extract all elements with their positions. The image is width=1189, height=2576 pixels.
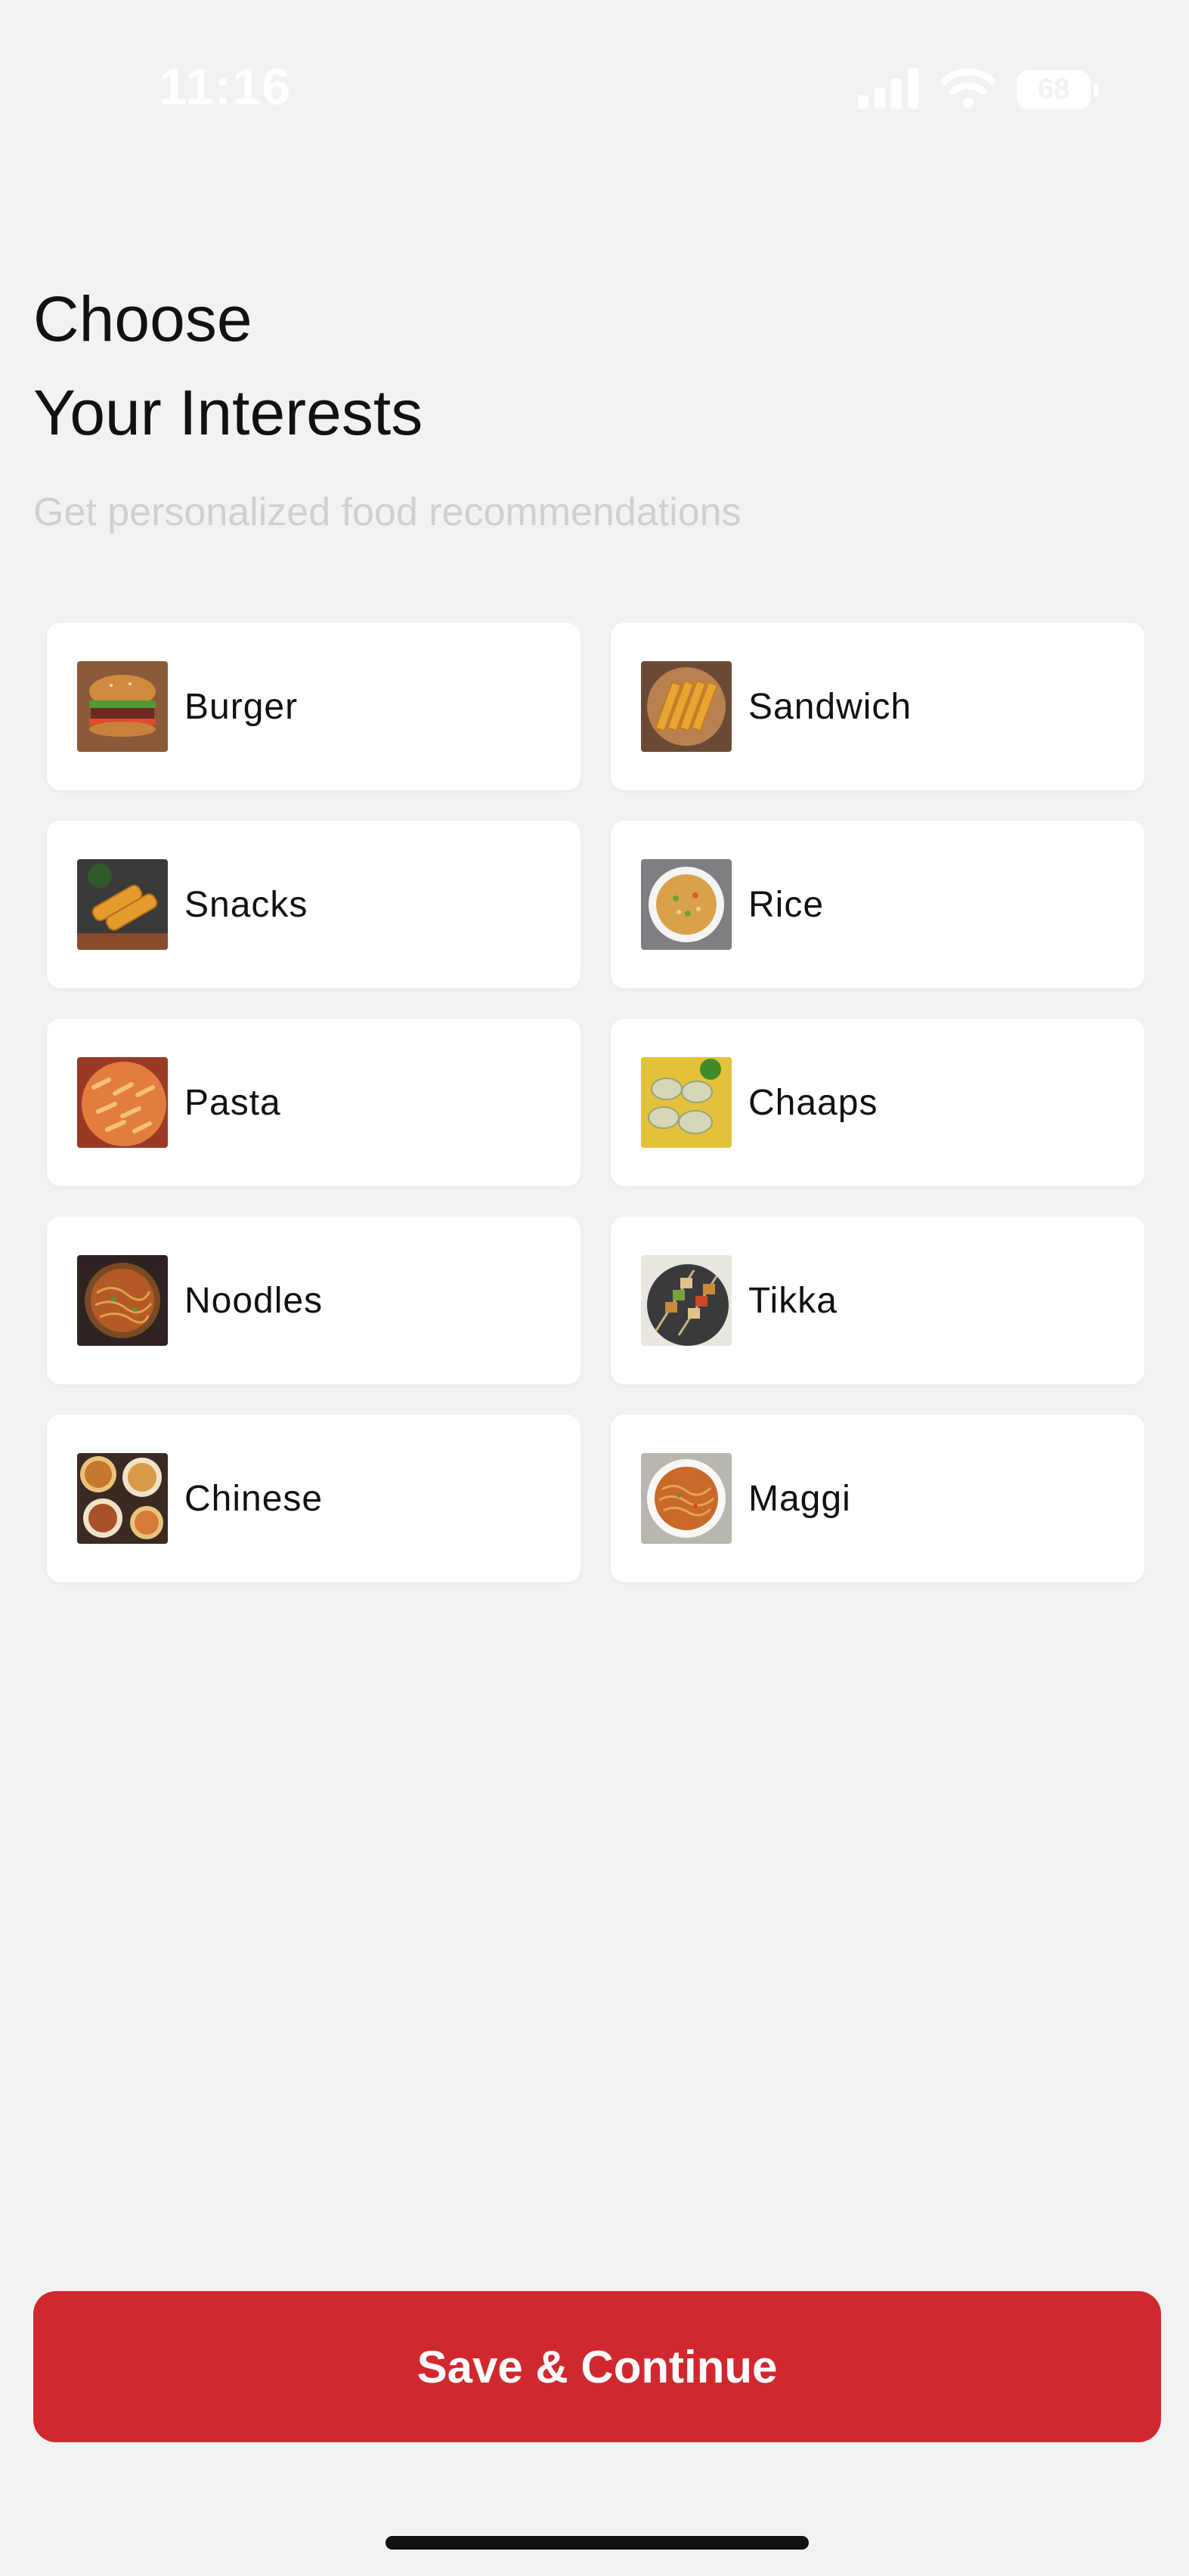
page-title-line1: Choose xyxy=(33,283,252,354)
interest-label: Sandwich xyxy=(748,686,912,727)
battery-level: 68 xyxy=(1037,73,1070,105)
status-time: 11:16 xyxy=(159,58,292,116)
status-icons: 68 xyxy=(858,66,1098,113)
interest-card-tikka[interactable]: Tikka xyxy=(611,1217,1144,1384)
interest-grid: Burger Sandwich Snacks Rice Pasta Chaaps… xyxy=(47,623,1144,1582)
interest-label: Noodles xyxy=(184,1280,324,1321)
sandwich-image xyxy=(641,661,732,752)
interest-label: Chaaps xyxy=(748,1082,878,1123)
interest-card-pasta[interactable]: Pasta xyxy=(47,1019,581,1186)
battery-icon: 68 xyxy=(1017,70,1098,110)
interest-card-snacks[interactable]: Snacks xyxy=(47,821,581,988)
page-title-line2: Your Interests xyxy=(33,377,423,448)
tikka-image xyxy=(641,1255,732,1346)
interest-card-chinese[interactable]: Chinese xyxy=(47,1415,581,1582)
interest-label: Rice xyxy=(748,884,825,925)
noodles-image xyxy=(77,1255,168,1346)
interest-card-maggi[interactable]: Maggi xyxy=(611,1415,1144,1582)
save-continue-button[interactable]: Save & Continue xyxy=(33,2291,1161,2442)
chinese-image xyxy=(77,1453,168,1544)
interest-label: Burger xyxy=(184,686,299,727)
wifi-icon xyxy=(940,66,996,113)
interest-label: Maggi xyxy=(748,1478,851,1519)
interests-screen: 11:16 68 Choose Your Interests Get perso… xyxy=(0,0,1189,2576)
interest-label: Snacks xyxy=(184,884,308,925)
interest-label: Pasta xyxy=(184,1082,281,1123)
page-subtitle: Get personalized food recommendations xyxy=(33,490,742,534)
page-title: Choose Your Interests xyxy=(33,272,423,459)
signal-icon xyxy=(858,66,920,113)
interest-card-noodles[interactable]: Noodles xyxy=(47,1217,581,1384)
interest-card-burger[interactable]: Burger xyxy=(47,623,581,790)
interest-card-chaaps[interactable]: Chaaps xyxy=(611,1019,1144,1186)
burger-image xyxy=(77,661,168,752)
interest-label: Chinese xyxy=(184,1478,324,1519)
rice-image xyxy=(641,859,732,950)
home-indicator[interactable] xyxy=(385,2536,809,2550)
chaaps-image xyxy=(641,1057,732,1148)
interest-card-rice[interactable]: Rice xyxy=(611,821,1144,988)
pasta-image xyxy=(77,1057,168,1148)
interest-label: Tikka xyxy=(748,1280,838,1321)
snacks-image xyxy=(77,859,168,950)
maggi-image xyxy=(641,1453,732,1544)
interest-card-sandwich[interactable]: Sandwich xyxy=(611,623,1144,790)
